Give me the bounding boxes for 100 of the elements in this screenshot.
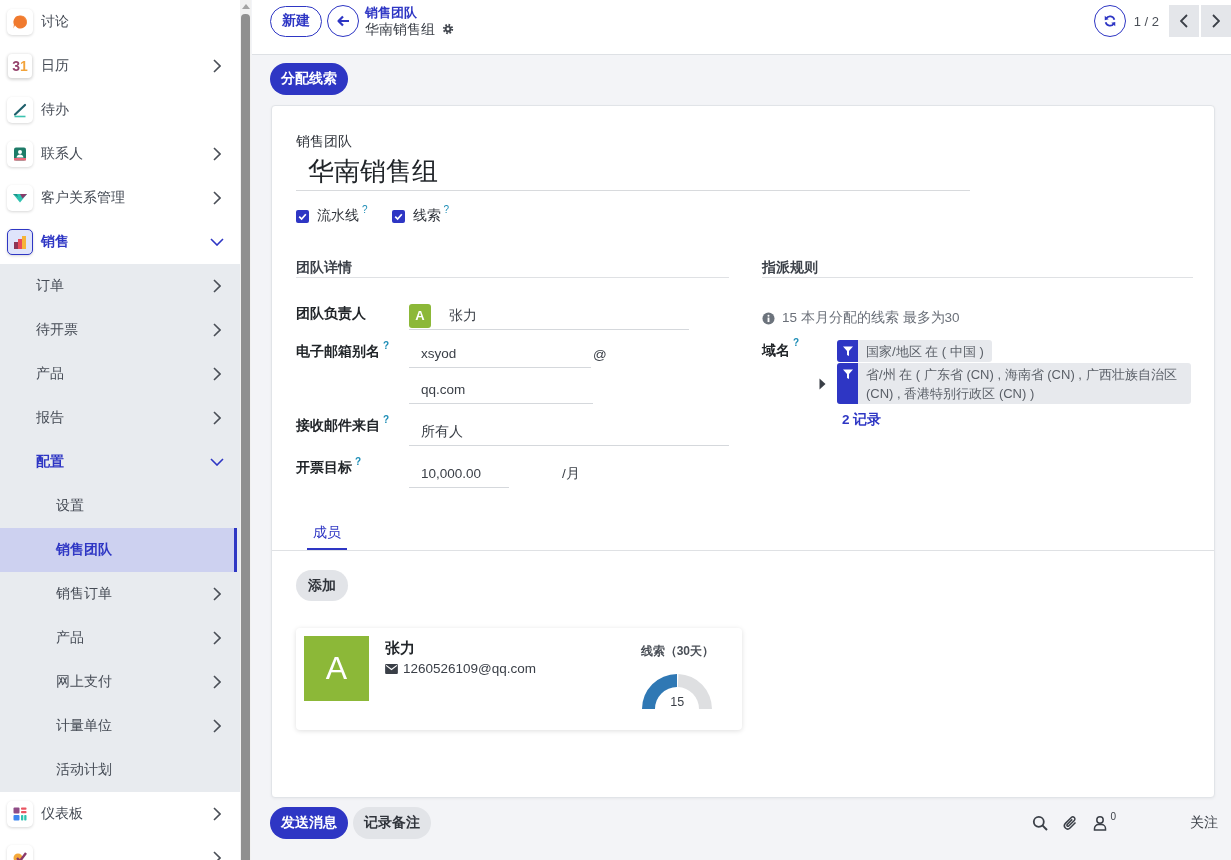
breadcrumb-link[interactable]: 销售团队 <box>365 4 417 21</box>
person-icon[interactable] <box>1092 815 1109 831</box>
sidebar-item[interactable]: 产品 <box>0 616 240 660</box>
chevron-down-icon[interactable] <box>210 458 224 466</box>
chevron-right-icon[interactable] <box>213 367 221 381</box>
member-card[interactable]: A 张力 1260526109@qq.com 线索（30天） 15 <box>296 628 742 730</box>
info-text: 15 本月分配的线索 最多为30 <box>782 309 960 327</box>
new-button[interactable]: 新建 <box>270 5 322 37</box>
scrollbar-track[interactable] <box>240 0 251 860</box>
filter-condition: 国家/地区 在 ( 中国 ) <box>865 343 985 361</box>
sidebar-item[interactable]: 仪表板 <box>0 792 240 836</box>
sidebar-item[interactable]: 联系人 <box>0 132 240 176</box>
sidebar-item[interactable]: 31 日历 <box>0 44 240 88</box>
field-label: 接收邮件来自 <box>296 416 380 435</box>
sidebar-item[interactable]: 网上支付 <box>0 660 240 704</box>
sidebar-item[interactable]: 待办 <box>0 88 240 132</box>
field-label: 团队负责人 <box>296 304 366 323</box>
avatar: A <box>304 636 369 701</box>
help-mark[interactable]: ? <box>355 457 362 467</box>
help-mark[interactable]: ? <box>383 341 390 351</box>
checkbox[interactable] <box>391 209 405 223</box>
sidebar-item[interactable]: 配置 <box>0 440 240 484</box>
help-mark[interactable]: ? <box>443 205 450 215</box>
member-name: 张力 <box>385 638 415 658</box>
chevron-right-icon[interactable] <box>213 631 221 645</box>
chevron-right-icon[interactable] <box>213 279 221 293</box>
chevron-right-icon[interactable] <box>213 411 221 425</box>
field-label: 销售团队 <box>296 133 352 150</box>
gear-icon[interactable] <box>442 22 454 35</box>
chat-bubble-icon <box>7 9 33 35</box>
sidebar-item[interactable]: 活动计划 <box>0 748 240 792</box>
user-field[interactable]: A 张力 <box>409 302 689 330</box>
title-field[interactable]: 华南销售组 <box>296 152 970 191</box>
dashboard-grid-icon <box>7 801 33 827</box>
sidebar-item[interactable]: 产品 <box>0 352 240 396</box>
input-field[interactable]: qq.com <box>409 376 593 404</box>
select-field[interactable]: 所有人 <box>409 418 729 446</box>
checkbox[interactable] <box>296 209 309 223</box>
chevron-left-icon <box>1180 14 1188 28</box>
chevron-right-icon[interactable] <box>213 587 221 601</box>
log-note-button[interactable]: 记录备注 <box>353 807 431 839</box>
assign-leads-button[interactable]: 分配线索 <box>270 63 348 95</box>
help-mark[interactable]: ? <box>793 338 800 348</box>
chevron-right-icon[interactable] <box>213 191 221 205</box>
follow-button[interactable]: 关注 <box>1190 814 1218 832</box>
avatar: A <box>409 303 431 328</box>
filter-tag[interactable]: 省/州 在 ( 广东省 (CN) , 海南省 (CN) , 广西壮族自治区 (CN) , 香港特别行政区 (CN) ) <box>837 363 1191 404</box>
paperclip-icon[interactable] <box>1062 815 1079 831</box>
unit-label: /月 <box>562 465 580 483</box>
pen-icon <box>7 97 33 123</box>
chevron-down-icon[interactable] <box>210 238 224 246</box>
envelope-icon <box>385 663 398 674</box>
refresh-icon <box>1102 14 1117 28</box>
sidebar-item[interactable]: 设置 <box>0 484 240 528</box>
back-button[interactable] <box>327 5 359 37</box>
chevron-right-icon[interactable] <box>213 719 221 733</box>
add-button[interactable]: 添加 <box>296 570 348 601</box>
field-label: 域名 <box>762 341 790 360</box>
sidebar-item[interactable]: 讨论 <box>0 0 240 44</box>
arrow-left-icon <box>336 14 350 28</box>
refresh-button[interactable] <box>1093 5 1126 37</box>
gauge-value: 15 <box>669 695 686 709</box>
caret-right-icon[interactable] <box>819 378 826 390</box>
chevron-right-icon <box>1212 14 1220 28</box>
gauge-title: 线索（30天） <box>640 643 714 660</box>
at-sign: @ <box>593 346 607 362</box>
sidebar-item[interactable]: 客户关系管理 <box>0 176 240 220</box>
input-field[interactable]: 10,000.00 <box>409 460 509 488</box>
sidebar-item[interactable]: 销售 <box>0 220 240 264</box>
next-button[interactable] <box>1201 5 1231 37</box>
bar-chart-icon <box>7 229 33 255</box>
search-icon[interactable] <box>1032 815 1049 831</box>
filter-condition: 省/州 在 ( 广东省 (CN) , 海南省 (CN) , 广西壮族自治区 (CN) , 香港特别行政区 (CN) ) <box>865 366 1178 403</box>
sidebar-item[interactable]: 销售订单 <box>0 572 240 616</box>
help-mark[interactable]: ? <box>362 205 368 215</box>
triangle-logo-icon <box>7 185 33 211</box>
records-link[interactable]: 2 记录 <box>842 411 882 429</box>
sidebar-item[interactable]: 订单 <box>0 264 240 308</box>
member-email: 1260526109@qq.com <box>403 661 537 676</box>
send-message-button[interactable]: 发送消息 <box>270 807 348 839</box>
checkbox-label[interactable]: 流水线 <box>317 207 359 225</box>
sidebar-item[interactable]: 待开票 <box>0 308 240 352</box>
sidebar-item[interactable]: 报告 <box>0 396 240 440</box>
checkbox-label[interactable]: 线索 <box>412 207 441 225</box>
record-title: 华南销售组 <box>365 20 435 37</box>
sidebar-item[interactable]: 销售团队 <box>0 528 237 572</box>
help-mark[interactable]: ? <box>383 415 390 425</box>
input-field[interactable]: xsyod <box>409 340 591 368</box>
pager-value: 1 / 2 <box>1133 13 1159 29</box>
chevron-right-icon[interactable] <box>213 323 221 337</box>
scrollbar-thumb[interactable] <box>241 14 250 860</box>
chevron-right-icon[interactable] <box>213 147 221 161</box>
tab[interactable]: 成员 <box>307 518 347 550</box>
field-label: 开票目标 <box>296 458 352 477</box>
chevron-right-icon[interactable] <box>213 807 221 821</box>
sidebar-item[interactable]: 计量单位 <box>0 704 240 748</box>
filter-tag[interactable]: 国家/地区 在 ( 中国 ) <box>837 340 992 362</box>
chevron-right-icon[interactable] <box>213 675 221 689</box>
chevron-right-icon[interactable] <box>213 59 221 73</box>
previous-button[interactable] <box>1169 5 1199 37</box>
